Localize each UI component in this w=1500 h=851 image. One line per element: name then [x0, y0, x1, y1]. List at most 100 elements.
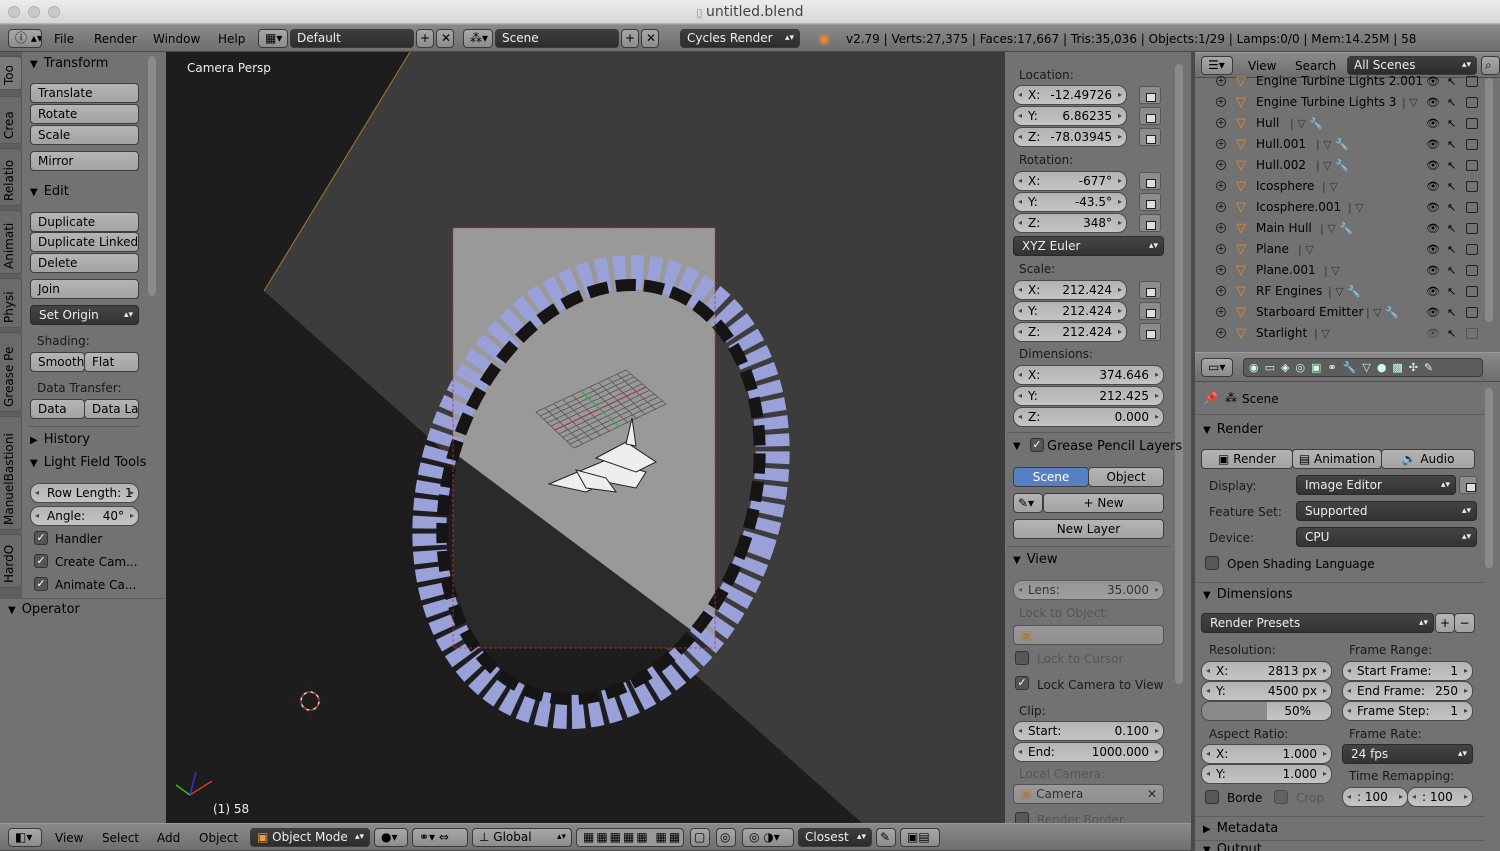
dimensions-panel-header[interactable]: ▼ Dimensions: [1203, 587, 1293, 602]
history-panel-header[interactable]: ▶ History: [30, 432, 90, 447]
grease-pencil-panel-header[interactable]: ▼: [1013, 438, 1027, 453]
light-field-panel-header[interactable]: ▼ Light Field Tools: [30, 455, 146, 470]
row-length-field[interactable]: ◂ Row Length: 1 ▸: [30, 483, 139, 503]
resolution-y-field[interactable]: ◂ Y: 4500 px ▸: [1201, 681, 1332, 701]
rotation-mode-dropdown[interactable]: XYZ Euler ▴▾: [1013, 236, 1164, 256]
location-x-field[interactable]: ◂ X: -12.49726 ▸: [1013, 85, 1127, 105]
gp-scene-tab[interactable]: Scene: [1013, 467, 1089, 487]
remap-old-field[interactable]: ◂: 100 ▸: [1342, 787, 1408, 807]
set-origin-dropdown[interactable]: Set Origin ▴▾: [30, 305, 139, 325]
start-frame-field[interactable]: ◂ Start Frame: 1 ▸: [1342, 661, 1473, 681]
operator-panel-header[interactable]: ▼ Operator: [8, 602, 80, 617]
display-dropdown[interactable]: Image Editor ▴▾: [1296, 475, 1456, 495]
dimension-z-field[interactable]: ◂ Z: 0.000 ▸: [1013, 407, 1164, 427]
scale-y-field[interactable]: ◂ Y: 212.424 ▸: [1013, 301, 1127, 321]
scene-icon[interactable]: ⁂▾: [463, 29, 493, 48]
end-frame-field[interactable]: ◂ End Frame: 250 ▸: [1342, 681, 1473, 701]
data-transfer-button[interactable]: Data: [30, 399, 85, 419]
lock-object-field[interactable]: ▣: [1013, 625, 1164, 645]
render-engine-dropdown[interactable]: Cycles Render ▴▾: [680, 29, 800, 48]
lock-scale-x-icon[interactable]: [1139, 281, 1161, 299]
tab-tools[interactable]: Too: [0, 56, 22, 90]
lock-rotation-y-icon[interactable]: [1139, 193, 1161, 211]
rotation-z-field[interactable]: ◂ Z: 348° ▸: [1013, 213, 1127, 233]
scale-button[interactable]: Scale: [30, 125, 139, 145]
menu-file[interactable]: File: [54, 32, 74, 46]
lock-scale-z-icon[interactable]: [1139, 323, 1161, 341]
tab-manuelbastioni[interactable]: ManuelBastioni: [0, 416, 22, 530]
tab-relations[interactable]: Relatio: [0, 148, 22, 206]
menu-help[interactable]: Help: [218, 32, 245, 46]
osl-checkbox[interactable]: [1205, 556, 1219, 570]
lens-field[interactable]: ◂ Lens: 35.000 ▸: [1013, 580, 1164, 600]
animate-ca-checkbox[interactable]: ✓: [34, 577, 48, 591]
viewport-menu-add[interactable]: Add: [157, 831, 180, 845]
view-panel-header[interactable]: ▼ View: [1013, 552, 1058, 567]
smooth-shading-button[interactable]: Smooth: [30, 352, 85, 372]
feature-set-dropdown[interactable]: Supported ▴▾: [1296, 501, 1477, 521]
render-audio-button[interactable]: 🔈 Audio: [1381, 449, 1475, 469]
scale-z-field[interactable]: ◂ Z: 212.424 ▸: [1013, 322, 1127, 342]
frame-step-field[interactable]: ◂ Frame Step: 1 ▸: [1342, 701, 1473, 721]
n-panel-scrollbar[interactable]: [1175, 64, 1183, 684]
duplicate-button[interactable]: Duplicate: [30, 212, 139, 232]
rotate-button[interactable]: Rotate: [30, 104, 139, 124]
new-layer-button[interactable]: New Layer: [1013, 519, 1164, 539]
clip-end-field[interactable]: ◂ End: 1000.000 ▸: [1013, 742, 1164, 762]
render-presets-dropdown[interactable]: Render Presets ▴▾: [1201, 613, 1434, 633]
pivot-point-icon[interactable]: ⚭▾ ⇔: [412, 828, 468, 847]
properties-context-tabs[interactable]: ◉▭◈◎▣⚭🔧▽●▩✣✎: [1243, 358, 1483, 377]
delete-button[interactable]: Delete: [30, 253, 139, 273]
create-cam-checkbox[interactable]: ✓: [34, 554, 48, 568]
outliner-editor-type-icon[interactable]: ☰▾: [1201, 56, 1233, 75]
lock-interface-icon[interactable]: [1459, 476, 1477, 494]
tab-animation[interactable]: Animati: [0, 210, 22, 274]
local-camera-field[interactable]: ▣ Camera ✕: [1013, 784, 1164, 804]
layer-lock-icon[interactable]: ▢: [690, 828, 710, 847]
tab-create[interactable]: Crea: [0, 96, 22, 144]
pencil-icon[interactable]: ✎▾: [1013, 493, 1043, 513]
interaction-mode-dropdown[interactable]: ▣ Object Mode ▴▾: [250, 828, 370, 847]
screen-layout-icon[interactable]: ▦▾: [258, 29, 288, 48]
handler-checkbox[interactable]: ✓: [34, 531, 48, 545]
properties-scrollbar[interactable]: [1485, 388, 1493, 568]
dimension-y-field[interactable]: ◂ Y: 212.425 ▸: [1013, 386, 1164, 406]
snap-align-icon[interactable]: ✎: [876, 828, 896, 847]
remove-screen-icon[interactable]: ✕: [436, 29, 454, 48]
viewport-shading-icon[interactable]: ●▾: [374, 828, 408, 847]
gp-new-button[interactable]: + New: [1043, 493, 1164, 513]
rotation-y-field[interactable]: ◂ Y: -43.5° ▸: [1013, 192, 1127, 212]
menu-render[interactable]: Render: [94, 32, 137, 46]
scale-x-field[interactable]: ◂ X: 212.424 ▸: [1013, 280, 1127, 300]
lock-rotation-x-icon[interactable]: [1139, 172, 1161, 190]
clip-start-field[interactable]: ◂ Start: 0.100 ▸: [1013, 721, 1164, 741]
lock-scale-y-icon[interactable]: [1139, 302, 1161, 320]
viewport-menu-object[interactable]: Object: [199, 831, 238, 845]
pin-icon[interactable]: 📌: [1203, 391, 1218, 405]
metadata-panel-header[interactable]: ▶ Metadata: [1203, 821, 1278, 836]
close-window-button[interactable]: [8, 6, 20, 18]
edit-panel-header[interactable]: ▼ Edit: [30, 184, 69, 199]
gp-object-tab[interactable]: Object: [1088, 467, 1164, 487]
transform-panel-header[interactable]: ▼ Transform: [30, 56, 108, 71]
editor-type-info-icon[interactable]: ⓘ ▴▾: [8, 29, 42, 48]
display-mode-dropdown[interactable]: All Scenes ▴▾: [1347, 56, 1477, 75]
render-still-button[interactable]: ▣ Render: [1201, 449, 1293, 469]
outliner-search-icon[interactable]: ⌕: [1481, 56, 1500, 75]
resolution-x-field[interactable]: ◂ X: 2813 px ▸: [1201, 661, 1332, 681]
crop-checkbox[interactable]: [1274, 790, 1288, 804]
angle-field[interactable]: ◂ Angle: 40° ▸: [30, 506, 139, 526]
location-y-field[interactable]: ◂ Y: 6.86235 ▸: [1013, 106, 1127, 126]
lock-location-y-icon[interactable]: [1139, 107, 1161, 125]
screen-layout-field[interactable]: Default: [290, 29, 414, 48]
aspect-x-field[interactable]: ◂ X: 1.000 ▸: [1201, 744, 1332, 764]
resolution-percentage-slider[interactable]: 50%: [1201, 701, 1332, 721]
translate-button[interactable]: Translate: [30, 83, 139, 103]
3d-viewport[interactable]: Camera Persp (1) 58: [166, 52, 1005, 823]
join-button[interactable]: Join: [30, 279, 139, 299]
outliner-scrollbar[interactable]: [1485, 78, 1493, 322]
render-border-checkbox[interactable]: [1015, 812, 1029, 823]
proportional-editing-icon[interactable]: ◎ ◑▾: [742, 828, 794, 847]
layer-buttons[interactable]: ▦▦▦▦▦ ▦▦▦▦▦: [576, 828, 684, 847]
aspect-y-field[interactable]: ◂ Y: 1.000 ▸: [1201, 764, 1332, 784]
